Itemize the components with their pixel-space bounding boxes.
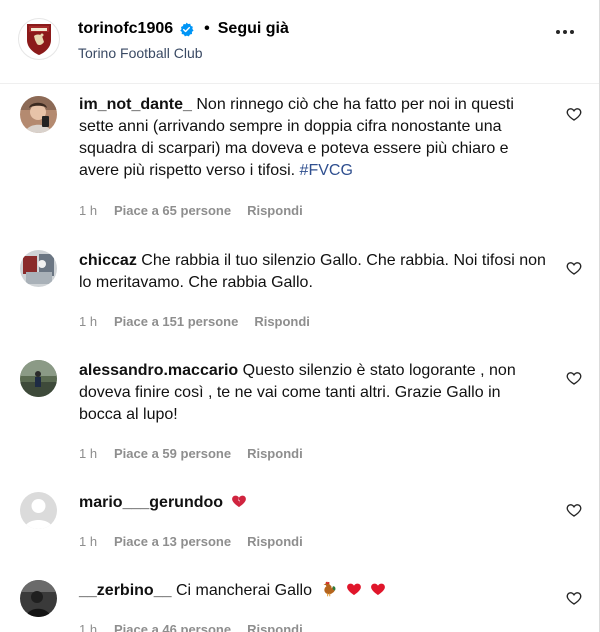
- comment-username[interactable]: chiccaz: [79, 252, 137, 269]
- comment-meta: 1 h Piace a 151 persone Rispondi: [79, 314, 310, 329]
- comment-time[interactable]: 1 h: [79, 446, 114, 461]
- like-heart-icon[interactable]: [566, 590, 582, 606]
- broken-heart-icon: [232, 495, 247, 507]
- default-avatar-icon: [20, 492, 57, 529]
- avatar[interactable]: [20, 360, 57, 397]
- comment-body: chiccaz Che rabbia il tuo silenzio Gallo…: [79, 250, 547, 294]
- avatar[interactable]: [20, 250, 57, 287]
- comment-likes[interactable]: Piace a 13 persone: [114, 534, 231, 549]
- red-heart-icon: [347, 583, 361, 595]
- comment-likes[interactable]: Piace a 65 persone: [114, 203, 231, 218]
- red-heart-icon: [371, 583, 386, 595]
- avatar[interactable]: [20, 492, 57, 529]
- comment-username[interactable]: mario___gerundoo: [79, 494, 223, 511]
- comment-time[interactable]: 1 h: [79, 534, 114, 549]
- avatar[interactable]: [20, 580, 57, 617]
- comment-time[interactable]: 1 h: [79, 314, 114, 329]
- rooster-icon: [323, 581, 336, 597]
- comment-meta: 1 h Piace a 13 persone Rispondi: [79, 534, 303, 549]
- comment-text: Ci mancherai Gallo: [175, 582, 312, 599]
- header-subtitle: Torino Football Club: [78, 45, 203, 61]
- comment-body: mario___gerundoo: [79, 492, 547, 514]
- like-heart-icon[interactable]: [566, 370, 582, 386]
- comment-body: im_not_dante_ Non rinnego ciò che ha fat…: [79, 94, 547, 182]
- reply-button[interactable]: Rispondi: [247, 534, 303, 549]
- follow-status-button[interactable]: Segui già: [218, 20, 289, 38]
- comment-meta: 1 h Piace a 46 persone Rispondi: [79, 622, 303, 632]
- post-header: torinofc1906 • Segui già Torino Football…: [0, 0, 599, 84]
- comment-body: __zerbino__ Ci mancherai Gallo: [79, 580, 547, 602]
- reply-button[interactable]: Rispondi: [247, 203, 303, 218]
- verified-badge-icon: [179, 22, 194, 37]
- reply-button[interactable]: Rispondi: [247, 446, 303, 461]
- like-heart-icon[interactable]: [566, 106, 582, 122]
- comment-username[interactable]: alessandro.maccario: [79, 362, 238, 379]
- comment-text: Che rabbia il tuo silenzio Gallo. Che ra…: [79, 252, 546, 291]
- like-heart-icon[interactable]: [566, 260, 582, 276]
- reply-button[interactable]: Rispondi: [254, 314, 310, 329]
- header-username[interactable]: torinofc1906: [78, 20, 173, 38]
- reply-button[interactable]: Rispondi: [247, 622, 303, 632]
- comment-likes[interactable]: Piace a 46 persone: [114, 622, 231, 632]
- comment-likes[interactable]: Piace a 59 persone: [114, 446, 231, 461]
- comment-meta: 1 h Piace a 65 persone Rispondi: [79, 203, 303, 218]
- like-heart-icon[interactable]: [566, 502, 582, 518]
- more-options-icon[interactable]: [556, 30, 574, 34]
- comment-likes[interactable]: Piace a 151 persone: [114, 314, 238, 329]
- avatar[interactable]: [20, 96, 57, 133]
- torino-crest-icon: [27, 24, 51, 55]
- comment-meta: 1 h Piace a 59 persone Rispondi: [79, 446, 303, 461]
- comment-hashtag[interactable]: #FVCG: [300, 162, 353, 179]
- comment-body: alessandro.maccario Questo silenzio è st…: [79, 360, 547, 426]
- comment-username[interactable]: im_not_dante_: [79, 96, 192, 113]
- header-user: torinofc1906 • Segui già: [78, 20, 289, 38]
- comment-time[interactable]: 1 h: [79, 203, 114, 218]
- club-avatar[interactable]: [18, 18, 60, 60]
- comment-time[interactable]: 1 h: [79, 622, 114, 632]
- header-separator: •: [204, 20, 210, 37]
- comment-username[interactable]: __zerbino__: [79, 582, 171, 599]
